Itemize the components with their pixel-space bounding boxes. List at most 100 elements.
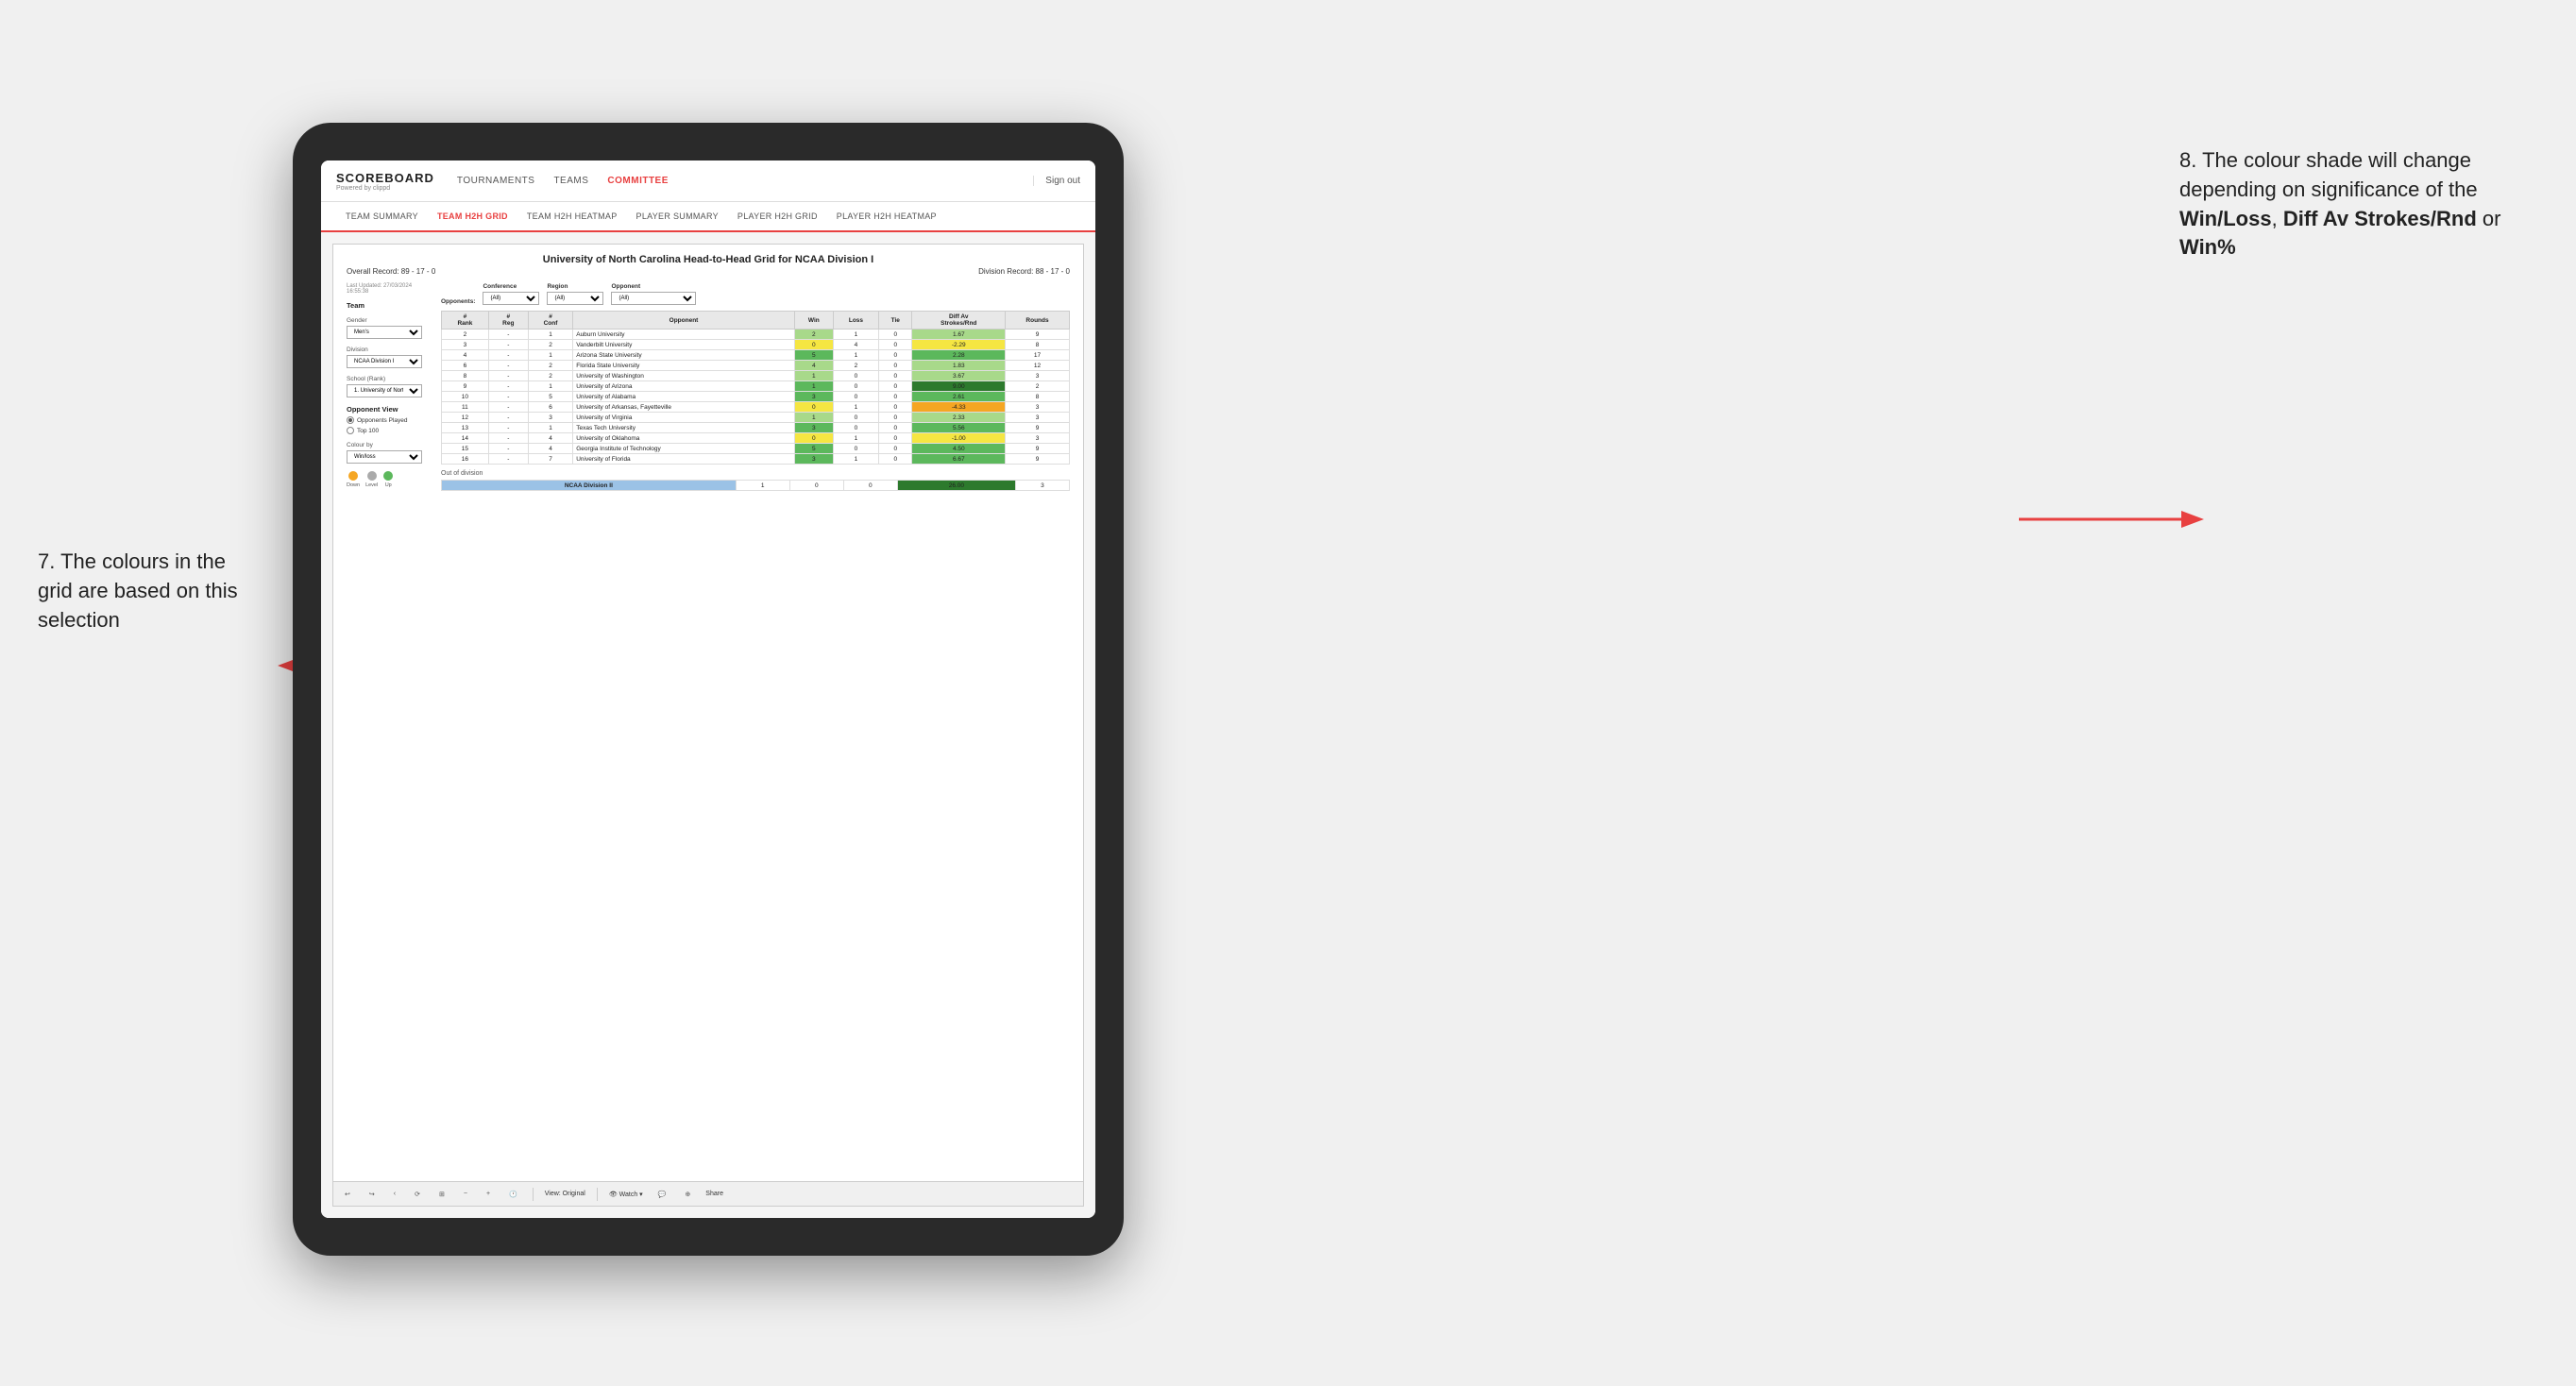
cell-rank: 16	[442, 454, 489, 465]
cell-rank: 14	[442, 433, 489, 444]
subnav-team-h2h-grid[interactable]: TEAM H2H GRID	[428, 202, 517, 232]
table-row: 11 - 6 University of Arkansas, Fayettevi…	[442, 402, 1070, 413]
annotation-left: 7. The colours in the grid are based on …	[38, 548, 264, 634]
back-button[interactable]: ‹	[390, 1189, 399, 1199]
table-row: 3 - 2 Vanderbilt University 0 4 0 -2.29	[442, 340, 1070, 350]
cell-conf: 7	[528, 454, 572, 465]
radio-dot-top100	[347, 427, 354, 434]
cell-rank: 9	[442, 381, 489, 392]
refresh-button[interactable]: ⟳	[411, 1189, 424, 1200]
division-label: Division	[347, 346, 432, 353]
cell-loss: 2	[833, 361, 878, 371]
cell-diff: -4.33	[912, 402, 1006, 413]
tablet-screen: SCOREBOARD Powered by clippd TOURNAMENTS…	[321, 161, 1095, 1218]
comment-button[interactable]: 💬	[654, 1189, 670, 1200]
cell-diff: 26.00	[897, 481, 1015, 491]
nav-committee[interactable]: COMMITTEE	[607, 176, 669, 186]
cell-diff: 2.28	[912, 350, 1006, 361]
cell-tie: 0	[879, 361, 912, 371]
legend-down: Down	[347, 471, 360, 488]
cell-conf: 5	[528, 392, 572, 402]
watch-label[interactable]: 👁 Watch ▾	[609, 1191, 643, 1198]
opponent-dropdown[interactable]: (All)	[611, 292, 696, 305]
cell-rounds: 12	[1006, 361, 1070, 371]
cell-loss: 0	[833, 413, 878, 423]
cell-rounds: 9	[1006, 330, 1070, 340]
cell-tie: 0	[879, 423, 912, 433]
cell-tie: 0	[879, 340, 912, 350]
report-area: University of North Carolina Head-to-Hea…	[333, 245, 1083, 1181]
division-dropdown[interactable]: NCAA Division I	[347, 355, 422, 368]
subnav-team-h2h-heatmap[interactable]: TEAM H2H HEATMAP	[517, 202, 627, 232]
timestamp: Last Updated: 27/03/202416:55:38	[347, 283, 432, 295]
nav-tournaments[interactable]: TOURNAMENTS	[457, 176, 535, 186]
cell-win: 1	[794, 381, 833, 392]
nav-teams[interactable]: TEAMS	[553, 176, 588, 186]
subnav-player-h2h-heatmap[interactable]: PLAYER H2H HEATMAP	[827, 202, 946, 232]
conference-filter: Conference (All)	[483, 283, 539, 305]
cell-rounds: 2	[1006, 381, 1070, 392]
region-dropdown[interactable]: (All)	[547, 292, 603, 305]
table-row: NCAA Division II 1 0 0 26.00 3	[442, 481, 1070, 491]
col-rank: #Rank	[442, 312, 489, 330]
gender-dropdown[interactable]: Men's	[347, 326, 422, 339]
logo-sub: Powered by clippd	[336, 185, 434, 192]
cell-conf: 2	[528, 371, 572, 381]
cell-reg: -	[488, 402, 528, 413]
plus-button[interactable]: +	[483, 1189, 494, 1199]
cell-team: University of Arizona	[573, 381, 795, 392]
cell-tie: 0	[879, 413, 912, 423]
left-panel: Last Updated: 27/03/202416:55:38 Team Ge…	[347, 283, 432, 491]
subnav-player-summary[interactable]: PLAYER SUMMARY	[627, 202, 728, 232]
sub-nav: TEAM SUMMARY TEAM H2H GRID TEAM H2H HEAT…	[321, 202, 1095, 232]
radio-dot-opponents	[347, 416, 354, 424]
division-record: Division Record: 88 - 17 - 0	[978, 267, 1070, 276]
school-section: School (Rank) 1. University of Nort...	[347, 376, 432, 397]
gender-section: Gender Men's	[347, 317, 432, 339]
minus-button[interactable]: −	[460, 1189, 471, 1199]
cell-division-label: NCAA Division II	[442, 481, 737, 491]
cell-rounds: 3	[1006, 413, 1070, 423]
undo-button[interactable]: ↩	[341, 1189, 354, 1200]
cell-reg: -	[488, 413, 528, 423]
tablet-frame: SCOREBOARD Powered by clippd TOURNAMENTS…	[293, 123, 1124, 1256]
view-label: View: Original	[545, 1191, 585, 1197]
col-diff: Diff AvStrokes/Rnd	[912, 312, 1006, 330]
cell-loss: 1	[833, 330, 878, 340]
legend-up: Up	[383, 471, 393, 488]
school-dropdown[interactable]: 1. University of Nort...	[347, 384, 422, 397]
cell-rounds: 9	[1006, 454, 1070, 465]
cell-tie: 0	[879, 381, 912, 392]
cell-reg: -	[488, 433, 528, 444]
cell-team: University of Washington	[573, 371, 795, 381]
cell-rounds: 3	[1006, 433, 1070, 444]
nav-links: TOURNAMENTS TEAMS COMMITTEE	[457, 176, 1010, 186]
share-label[interactable]: Share	[705, 1191, 723, 1197]
table-row: 13 - 1 Texas Tech University 3 0 0 5.56	[442, 423, 1070, 433]
subnav-player-h2h-grid[interactable]: PLAYER H2H GRID	[728, 202, 827, 232]
radio-top100[interactable]: Top 100	[347, 427, 432, 434]
radio-opponents-played[interactable]: Opponents Played	[347, 416, 432, 424]
redo-button[interactable]: ↪	[365, 1189, 379, 1200]
cell-rank: 15	[442, 444, 489, 454]
cell-reg: -	[488, 350, 528, 361]
out-of-division: Out of division NCAA Division II 1 0 0	[441, 470, 1070, 491]
annotation-right: 8. The colour shade will change dependin…	[2179, 146, 2538, 262]
cell-diff: -1.00	[912, 433, 1006, 444]
share-icon[interactable]: ⊕	[681, 1189, 694, 1200]
cell-tie: 0	[879, 433, 912, 444]
cell-reg: -	[488, 340, 528, 350]
cell-rank: 2	[442, 330, 489, 340]
colour-by-dropdown[interactable]: Win/loss	[347, 450, 422, 464]
settings-button[interactable]: ⊞	[435, 1189, 449, 1200]
subnav-team-summary[interactable]: TEAM SUMMARY	[336, 202, 428, 232]
cell-win: 1	[794, 371, 833, 381]
clock-button[interactable]: 🕐	[505, 1189, 521, 1200]
cell-conf: 1	[528, 330, 572, 340]
cell-win: 2	[794, 330, 833, 340]
conference-dropdown[interactable]: (All)	[483, 292, 539, 305]
cell-team: Texas Tech University	[573, 423, 795, 433]
sign-out-link[interactable]: Sign out	[1033, 176, 1080, 186]
cell-win: 1	[736, 481, 789, 491]
cell-reg: -	[488, 381, 528, 392]
